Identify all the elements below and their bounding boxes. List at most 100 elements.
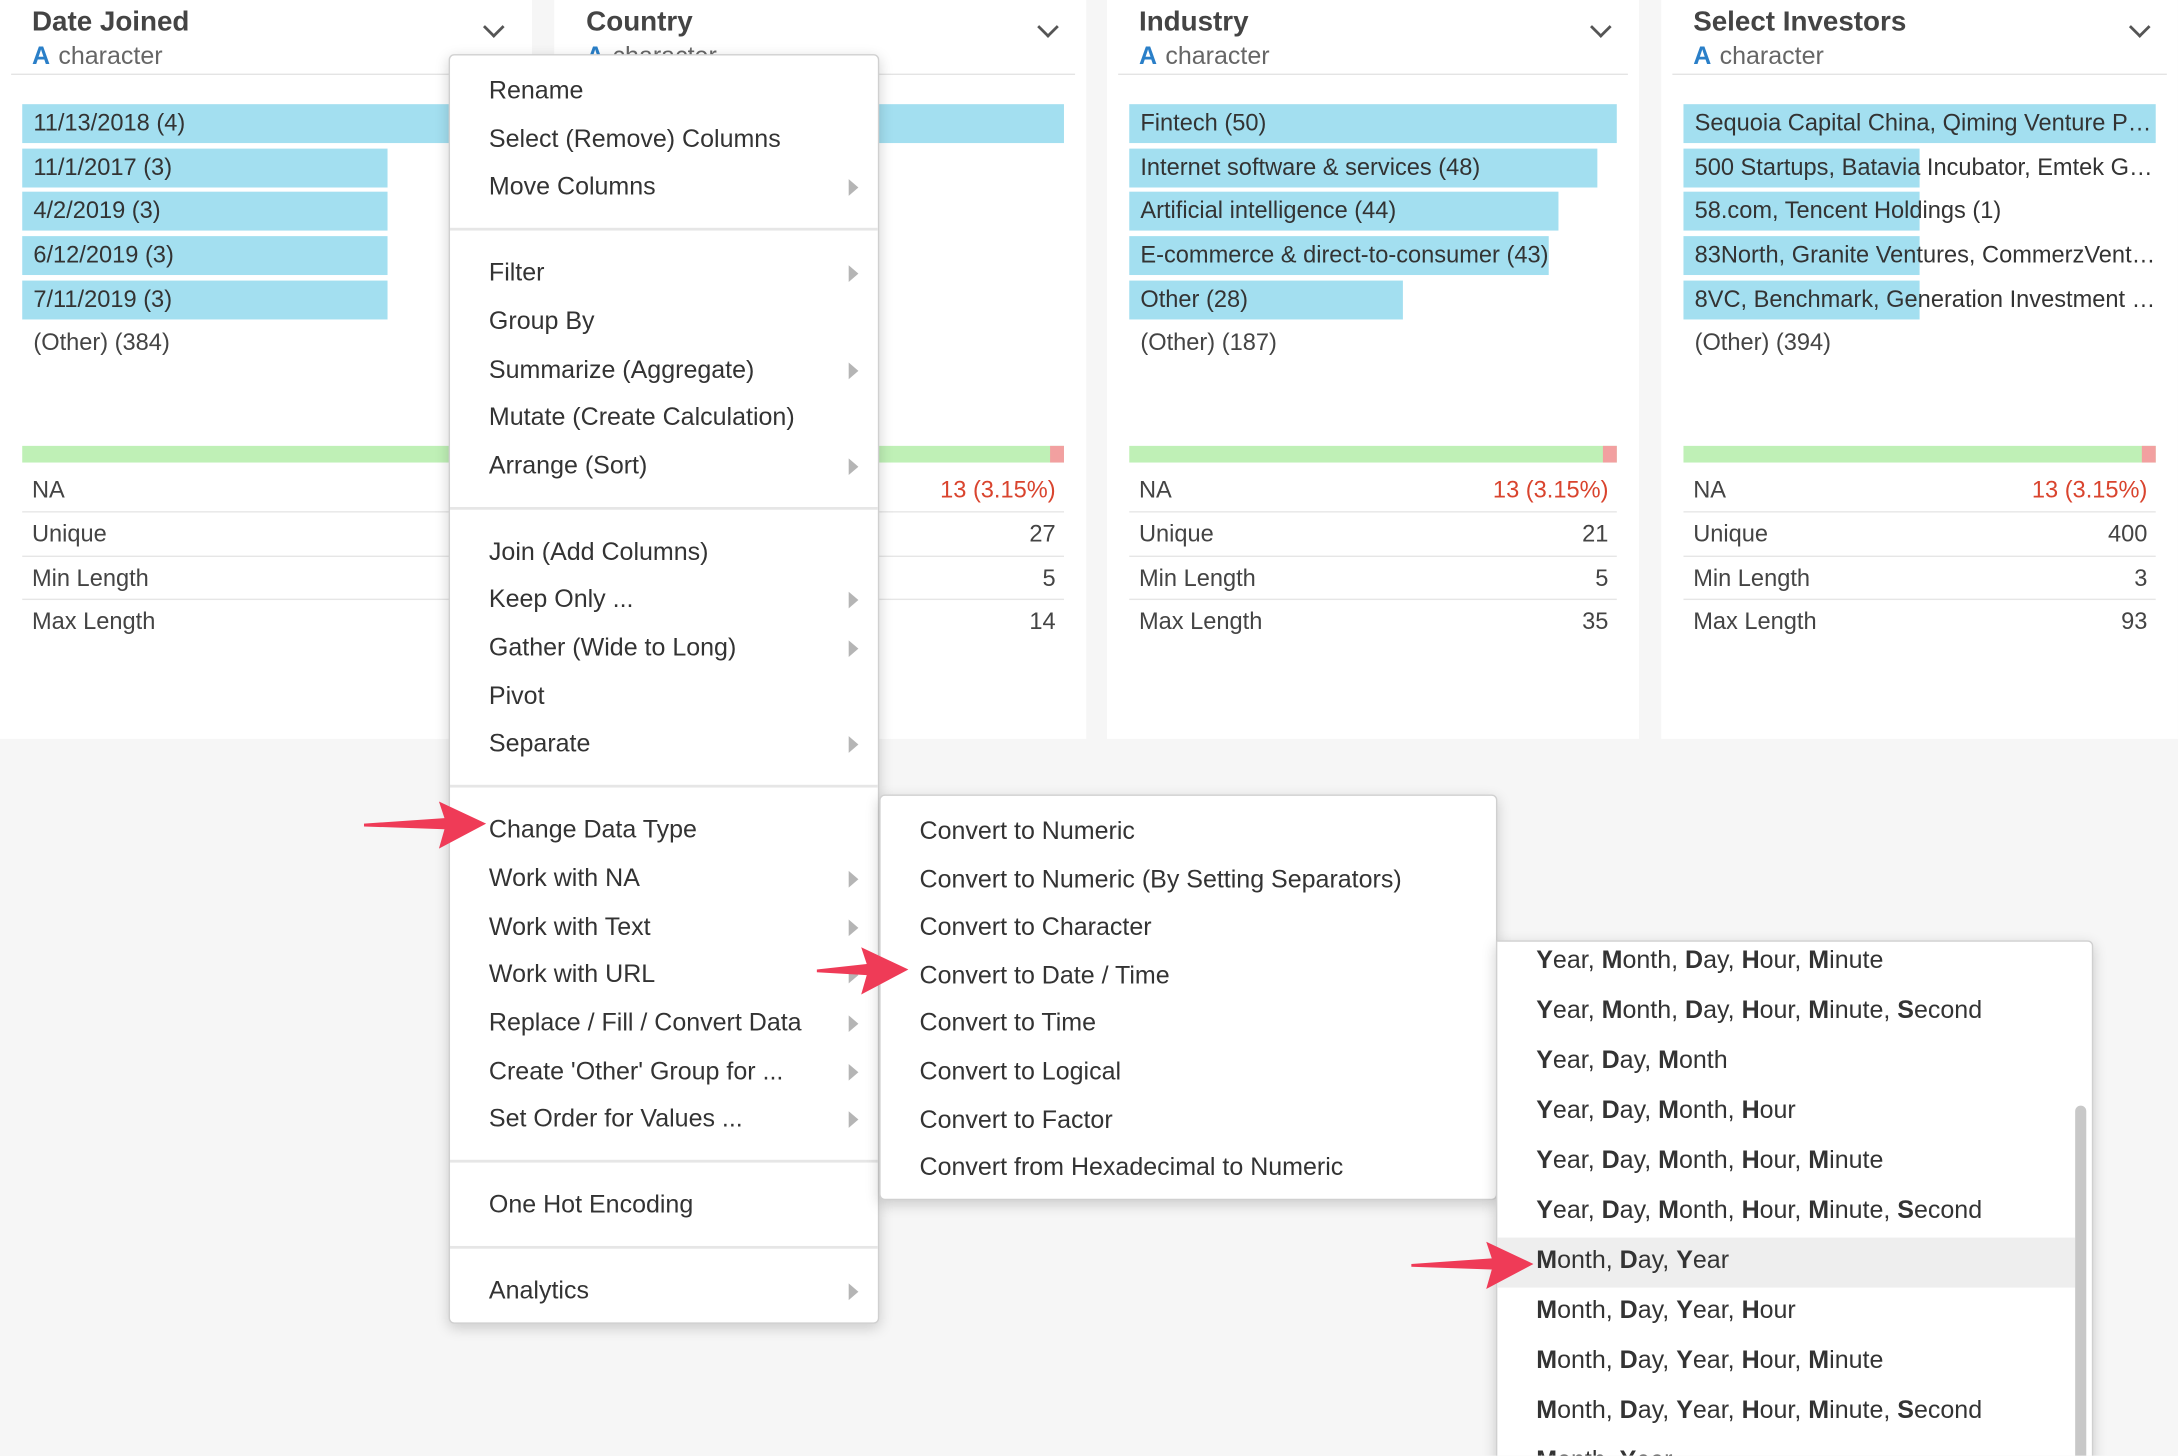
chevron-down-icon[interactable]: [1037, 16, 1059, 38]
frequency-row[interactable]: Other (28): [1129, 280, 1617, 324]
frequency-row[interactable]: 500 Startups, Batavia Incubator, Emtek G…: [1683, 148, 2156, 192]
menu-item-separate[interactable]: Separate: [450, 720, 878, 767]
column-stats: NA 13 (3.15%) Unique 21 Min Length 5 Max Lengt…: [1129, 468, 1617, 645]
menu-item-summarize-aggregate[interactable]: Summarize (Aggregate): [450, 345, 878, 392]
other-count: (Other) (394): [1694, 329, 1832, 356]
stat-row: Min Length 5: [1129, 556, 1617, 601]
submenu-item-label: Convert to Numeric (By Setting Separator…: [919, 864, 1402, 893]
other-count: (Other) (187): [1140, 329, 1277, 356]
menu-item-filter[interactable]: Filter: [450, 249, 878, 296]
stat-row: Unique 21: [1129, 512, 1617, 557]
menu-item-set-order-for-values[interactable]: Set Order for Values ...: [450, 1095, 878, 1142]
menu-item-work-with-text[interactable]: Work with Text: [450, 902, 878, 949]
na-portion: [1050, 445, 1064, 463]
menu-item-keep-only[interactable]: Keep Only ...: [450, 575, 878, 622]
frequency-row[interactable]: 83North, Granite Ventures, CommerzVentur…: [1683, 236, 2156, 280]
column-header[interactable]: Select Investors Acharacter: [1672, 0, 2167, 76]
menu-item-label: Join (Add Columns): [488, 536, 709, 565]
menu-item-join-add-columns[interactable]: Join (Add Columns): [450, 527, 878, 574]
menu-item-change-data-type[interactable]: Change Data Type: [450, 806, 878, 853]
menu-item-mutate-create-calculation[interactable]: Mutate (Create Calculation): [450, 393, 878, 440]
value-frequency-bars: 11/13/2018 (4) 11/1/2017 (3) 4/2/2019 (3) 6…: [22, 104, 510, 324]
submenu-item[interactable]: Convert to Time: [881, 999, 1496, 1046]
stat-value: 21: [1582, 520, 1609, 547]
menu-item-work-with-na[interactable]: Work with NA: [450, 854, 878, 901]
date-format-option[interactable]: Month, Day, Year, Hour, Minute: [1497, 1338, 2075, 1388]
date-format-option[interactable]: Month, Day, Year, Hour, Minute, Second: [1497, 1388, 2075, 1438]
date-format-option[interactable]: Month, Day, Year: [1497, 1237, 2076, 1288]
date-format-option[interactable]: Year, Day, Month, Hour: [1497, 1088, 2075, 1138]
date-format-option[interactable]: Month, Day, Year, Hour: [1497, 1288, 2075, 1338]
frequency-row[interactable]: 4/2/2019 (3): [22, 192, 510, 236]
submenu-scrollbar[interactable]: [2075, 1105, 2087, 1456]
date-format-option[interactable]: Year, Month, Day, Hour, Minute: [1497, 938, 2075, 988]
column-type-label: character: [1165, 41, 1270, 70]
submenu-item[interactable]: Convert to Numeric (By Setting Separator…: [881, 855, 1496, 902]
submenu-item[interactable]: Convert from Hexadecimal to Numeric: [881, 1143, 1496, 1190]
submenu-item[interactable]: Convert to Numeric: [881, 807, 1496, 854]
chevron-down-icon[interactable]: [2128, 16, 2151, 38]
frequency-row[interactable]: E-commerce & direct-to-consumer (43): [1129, 236, 1617, 280]
date-format-option[interactable]: Month, Year: [1497, 1438, 2075, 1456]
menu-item-gather-wide-to-long[interactable]: Gather (Wide to Long): [450, 624, 878, 671]
menu-item-replace-fill-convert-data[interactable]: Replace / Fill / Convert Data: [450, 999, 878, 1046]
submenu-item[interactable]: Convert to Factor: [881, 1095, 1496, 1142]
frequency-row[interactable]: 11/1/2017 (3): [22, 148, 510, 192]
menu-item-label: Create 'Other' Group for ...: [488, 1056, 784, 1085]
menu-item-move-columns[interactable]: Move Columns: [450, 163, 878, 210]
menu-item-analytics[interactable]: Analytics: [450, 1266, 878, 1313]
menu-item-label: Summarize (Aggregate): [488, 354, 755, 383]
menu-item-arrange-sort[interactable]: Arrange (Sort): [450, 442, 878, 489]
frequency-row[interactable]: 11/13/2018 (4): [22, 104, 510, 148]
chevron-down-icon[interactable]: [1590, 16, 1612, 38]
frequency-label: Other (28): [1140, 285, 1248, 313]
submenu-item[interactable]: Convert to Logical: [881, 1047, 1496, 1094]
column-header[interactable]: Date Joined Acharacter: [11, 0, 521, 76]
stat-row: Min Length 3: [1683, 556, 2156, 601]
menu-item-work-with-url[interactable]: Work with URL: [450, 950, 878, 997]
menu-item-label: Move Columns: [488, 172, 656, 201]
column-header[interactable]: Industry Acharacter: [1118, 0, 1628, 76]
column-name: Select Investors: [1693, 6, 1907, 38]
menu-item-create-other-group-for[interactable]: Create 'Other' Group for ...: [450, 1047, 878, 1094]
submenu-item[interactable]: Convert to Date / Time: [881, 951, 1496, 998]
submenu-caret-icon: [848, 918, 859, 936]
stat-row: Max Length 35: [1129, 601, 1617, 645]
frequency-row[interactable]: 7/11/2019 (3): [22, 280, 510, 324]
frequency-label: Internet software & services (48): [1140, 153, 1481, 181]
menu-item-label: Keep Only ...: [488, 585, 634, 613]
frequency-row[interactable]: 6/12/2019 (3): [22, 236, 510, 280]
column-card: Select Investors Acharacter Sequoia Capita…: [1661, 0, 2178, 739]
chevron-down-icon[interactable]: [482, 16, 505, 38]
date-format-option[interactable]: Year, Day, Month, Hour, Minute, Second: [1497, 1188, 2075, 1238]
date-format-option[interactable]: Year, Month, Day, Hour, Minute, Second: [1497, 988, 2075, 1038]
frequency-label: E-commerce & direct-to-consumer (43): [1140, 241, 1549, 269]
menu-item-rename[interactable]: Rename: [450, 67, 878, 114]
frequency-row[interactable]: Sequoia Capital China, Qiming Venture Pa…: [1683, 104, 2156, 148]
menu-item-label: Gather (Wide to Long): [488, 633, 737, 662]
submenu-caret-icon: [848, 458, 859, 475]
menu-item-group-by[interactable]: Group By: [450, 297, 878, 344]
submenu-caret-icon: [848, 1111, 859, 1129]
stat-key: Min Length: [31, 564, 149, 592]
frequency-row[interactable]: Fintech (50): [1129, 104, 1617, 148]
submenu-caret-icon: [848, 1015, 859, 1032]
frequency-row[interactable]: 8VC, Benchmark, Generation Investment Ma…: [1683, 280, 2156, 324]
menu-item-select-remove-columns[interactable]: Select (Remove) Columns: [450, 115, 878, 162]
stat-value: 400: [2107, 520, 2148, 547]
exploratory-summary-view: Date Joined Acharacter 11/13/2018 (4) 11/1/…: [0, 0, 2178, 1456]
menu-item-pivot[interactable]: Pivot: [450, 672, 878, 719]
date-format-label: Month, Day, Year, Hour, Minute, Second: [1536, 1395, 1983, 1424]
frequency-row[interactable]: Artificial intelligence (44): [1129, 192, 1617, 236]
date-format-option[interactable]: Year, Day, Month: [1497, 1038, 2075, 1088]
na-ratio-bar: [1683, 445, 2156, 463]
date-format-option[interactable]: Year, Day, Month, Hour, Minute: [1497, 1138, 2075, 1188]
na-portion: [1602, 445, 1617, 463]
menu-item-one-hot-encoding[interactable]: One Hot Encoding: [450, 1181, 878, 1228]
stat-key: Min Length: [1693, 564, 1811, 592]
frequency-label: 58.com, Tencent Holdings (1): [1694, 197, 2002, 225]
frequency-row[interactable]: 58.com, Tencent Holdings (1): [1683, 192, 2155, 236]
submenu-item[interactable]: Convert to Character: [881, 903, 1496, 950]
submenu-item-label: Convert to Date / Time: [919, 960, 1170, 989]
frequency-row[interactable]: Internet software & services (48): [1129, 148, 1617, 192]
